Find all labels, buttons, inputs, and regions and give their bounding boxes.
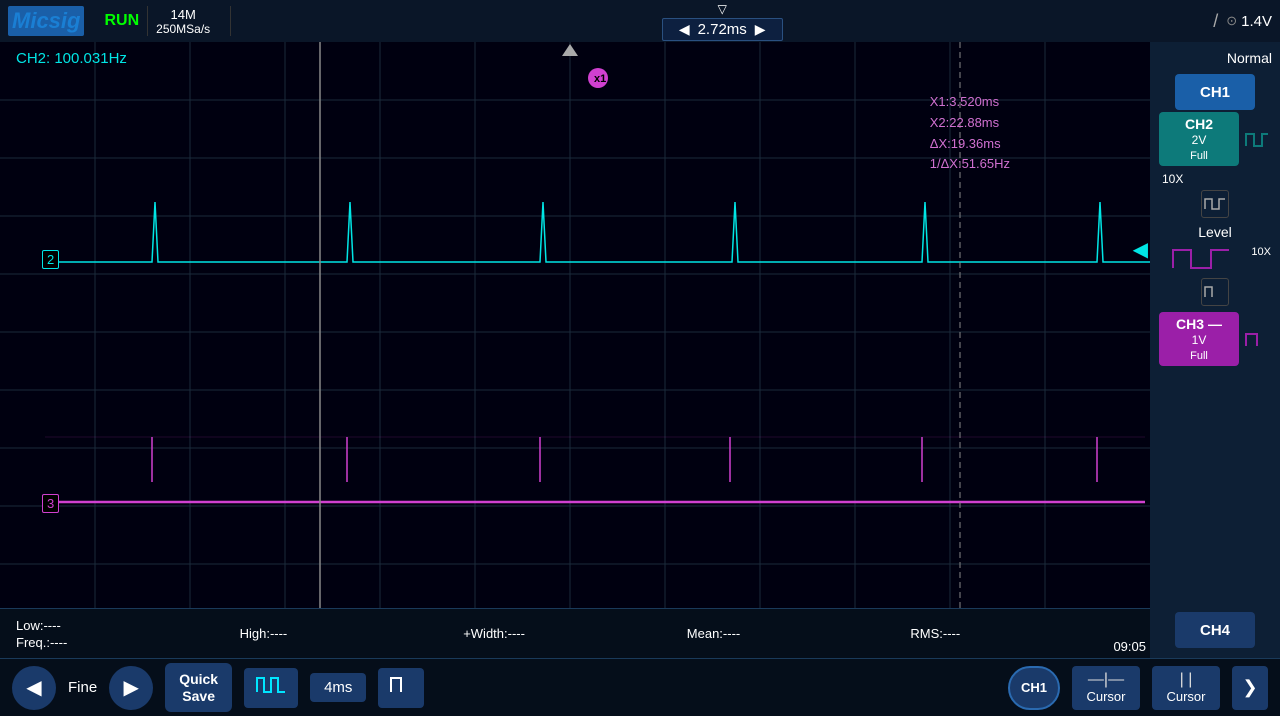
ch2-freq-label: CH2: 100.031Hz [16,50,127,67]
stat-freq-label: Freq.:---- [16,635,67,650]
stat-low: Low:---- Freq.:---- [16,618,240,650]
memory-info: 14M 250MSa/s [156,7,210,36]
forward-button[interactable]: ▶ [109,666,153,710]
cursor-inv-dx: 1/ΔX:51.65Hz [930,154,1010,175]
ch3-waveform-icon[interactable] [1243,323,1271,355]
ch-cursor-label: Cursor [1086,689,1125,704]
timebase-bar[interactable]: ◀ 2.72ms ▶ [662,18,783,41]
wave-double-button[interactable] [244,668,298,708]
ch2-wave-button[interactable] [1201,190,1229,218]
memory-size: 14M [171,7,196,22]
wave-single-button[interactable] [378,668,424,708]
timebase-value: 2.72ms [698,21,747,38]
svg-text:x1: x1 [594,73,606,85]
slash-separator: / [1213,11,1218,32]
stat-mean: Mean:---- [687,626,911,641]
stat-high-label: High:---- [240,626,288,641]
stat-width: +Width:---- [463,626,687,641]
level-zoom-10x: 10X [1243,246,1271,258]
quick-save-line1: Quick [179,671,218,687]
stat-high: High:---- [240,626,464,641]
sample-rate: 250MSa/s [156,22,210,36]
stat-rms-label: RMS:---- [910,626,960,641]
header-divider-2 [230,6,231,36]
bottom-bar: ◀ Fine ▶ Quick Save 4ms CH1 —|— Cursor |… [0,658,1280,716]
ch1-circle-label: CH1 [1021,680,1047,695]
mode-label: Normal [1227,50,1276,66]
ch3-label: CH3 — [1165,315,1233,333]
ch3-channel-indicator: 3 [42,494,59,513]
scope-area: x1 CH2: 100.031Hz X1:3.520ms X2:22.88ms … [0,42,1150,658]
volt-value: 1.4V [1241,13,1272,30]
cursor-x1: X1:3.520ms [930,92,1010,113]
level-label: Level [1198,224,1231,240]
timebase-button[interactable]: 4ms [310,673,366,702]
timebase-right-arrow: ▶ [755,21,766,38]
ch2-label: CH2 [1165,115,1233,133]
ch2-info-block[interactable]: CH2 2V Full [1159,112,1239,166]
ch4-button[interactable]: CH4 [1175,612,1255,648]
stat-rms: RMS:---- [910,626,1134,641]
right-panel: Normal CH1 CH2 2V Full 10X Level 10X [1150,42,1280,658]
ch2-waveform-icon[interactable] [1243,123,1271,155]
run-status: RUN [104,12,139,30]
ch3-info-block[interactable]: CH3 — 1V Full [1159,312,1239,366]
header-divider [147,6,148,36]
volt-icon: ⊙ [1226,13,1237,29]
more-button[interactable]: ❯ [1232,666,1268,710]
ch2-mode: Full [1165,149,1233,163]
level-wave-button[interactable] [1201,278,1229,306]
logo: Micsig [8,6,86,36]
cursor-x2: X2:22.88ms [930,113,1010,134]
time-cursor-label: Cursor [1166,689,1205,704]
time-cursor-icon: | | [1180,671,1193,689]
trigger-down-arrow: ▽ [718,2,727,16]
timebase-left-arrow: ◀ [679,21,690,38]
back-arrow-icon: ◀ [26,675,41,700]
stats-bar: Low:---- Freq.:---- High:---- +Width:---… [0,608,1150,658]
ch3-volt: 1V [1165,333,1233,349]
ch2-volt: 2V [1165,133,1233,149]
time-cursor-button[interactable]: | | Cursor [1152,666,1220,710]
trigger-volt: ⊙ 1.4V [1226,13,1272,30]
cursor-measurements: X1:3.520ms X2:22.88ms ΔX:19.36ms 1/ΔX:51… [930,92,1010,175]
quick-save-line2: Save [182,688,215,704]
fine-label: Fine [68,679,97,696]
ch2-channel-indicator: 2 [42,250,59,269]
logo-text: Micsig [12,8,80,33]
cursor-dx: ΔX:19.36ms [930,134,1010,155]
forward-arrow-icon: ▶ [123,675,138,700]
stat-mean-label: Mean:---- [687,626,740,641]
timebase-container: ▽ ◀ 2.72ms ▶ [239,2,1205,41]
ch2-zoom-10x: 10X [1154,172,1183,186]
ch-cursor-button[interactable]: —|— Cursor [1072,666,1140,710]
ch3-mode: Full [1165,349,1233,363]
logo-box: Micsig [8,6,84,36]
more-chevron-icon: ❯ [1242,677,1257,698]
time-display: 09:05 [1113,639,1146,654]
header-bar: Micsig RUN 14M 250MSa/s ▽ ◀ 2.72ms ▶ / ⊙… [0,0,1280,42]
ch2-right-arrow: ◀ [1133,237,1148,262]
ch-cursor-icon: —|— [1088,671,1124,689]
ch1-circle-button[interactable]: CH1 [1008,666,1060,710]
back-button[interactable]: ◀ [12,666,56,710]
stat-low-label: Low:---- [16,618,61,633]
ch1-button[interactable]: CH1 [1175,74,1255,110]
stat-width-label: +Width:---- [463,626,525,641]
quick-save-button[interactable]: Quick Save [165,663,232,713]
